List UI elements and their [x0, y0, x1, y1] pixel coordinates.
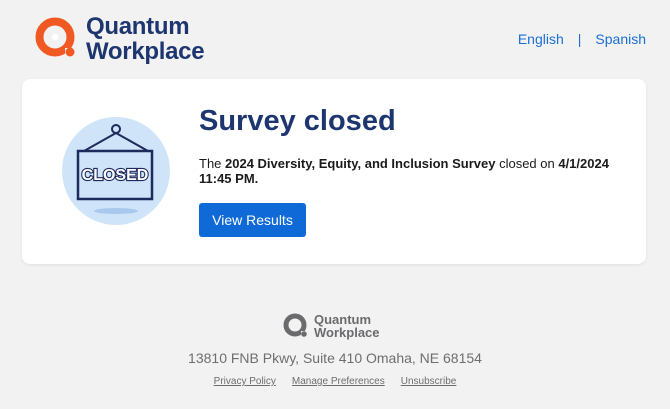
language-switcher: English | Spanish — [518, 31, 646, 47]
privacy-policy-link[interactable]: Privacy Policy — [214, 376, 276, 387]
footer-logo-line2: Workplace — [314, 325, 380, 340]
language-english-link[interactable]: English — [518, 31, 564, 47]
quantum-logo-icon — [35, 17, 75, 57]
survey-name: 2024 Diversity, Equity, and Inclusion Su… — [225, 156, 496, 171]
footer-links: Privacy Policy Manage Preferences Unsubs… — [0, 376, 670, 387]
language-spanish-link[interactable]: Spanish — [595, 31, 646, 47]
closed-sign-illustration: CLOSED — [62, 117, 170, 225]
logo-text-line1: Quantum — [86, 13, 190, 40]
manage-preferences-link[interactable]: Manage Preferences — [292, 376, 385, 387]
view-results-button[interactable]: View Results — [199, 203, 306, 237]
survey-closed-card: CLOSED Survey closed The 2024 Diversity,… — [22, 79, 646, 264]
footer-logo: Quantum Workplace — [282, 312, 380, 340]
footer-quantum-logo-icon — [283, 313, 307, 337]
logo-text-line2: Workplace — [86, 38, 205, 65]
footer-address: 13810 FNB Pkwy, Suite 410 Omaha, NE 6815… — [188, 350, 482, 366]
survey-description: The 2024 Diversity, Equity, and Inclusio… — [199, 156, 619, 186]
header: Quantum Workplace English | Spanish — [0, 0, 670, 75]
page-title: Survey closed — [199, 105, 396, 137]
desc-middle: closed on — [495, 156, 559, 171]
desc-prefix: The — [199, 156, 226, 171]
closed-sign-text: CLOSED — [82, 167, 149, 184]
footer: Quantum Workplace 13810 FNB Pkwy, Suite … — [0, 300, 670, 409]
unsubscribe-link[interactable]: Unsubscribe — [401, 376, 457, 387]
quantum-workplace-logo: Quantum Workplace — [34, 13, 205, 65]
language-separator: | — [577, 31, 582, 47]
